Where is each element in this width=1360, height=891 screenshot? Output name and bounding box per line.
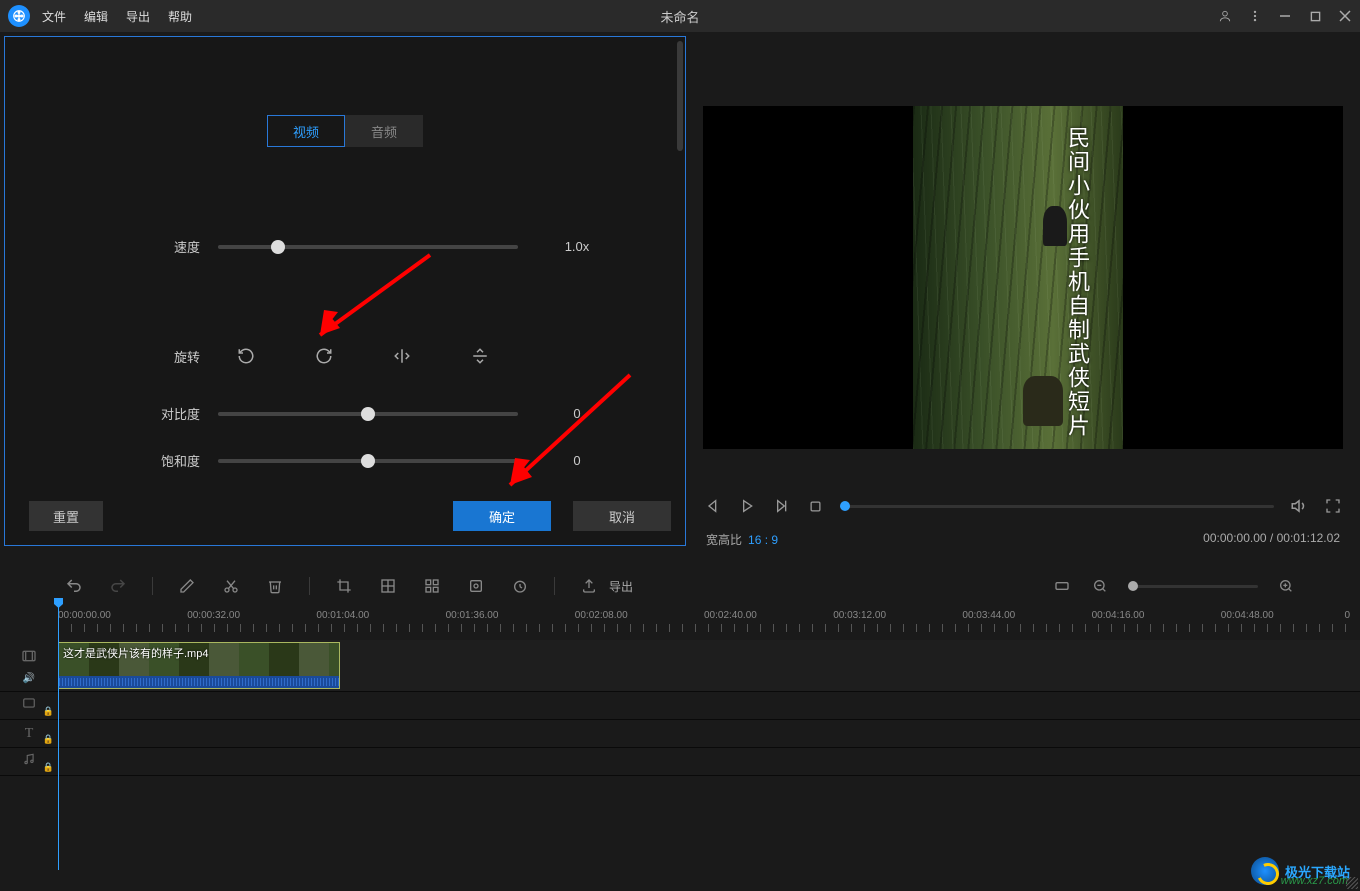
cancel-button[interactable]: 取消 [573,501,671,531]
watermark-url: www.xz7.com [1281,875,1348,887]
flip-horizontal-icon[interactable] [392,346,412,366]
delete-icon[interactable] [265,576,285,596]
flip-vertical-icon[interactable] [470,346,490,366]
freeze-icon[interactable] [466,576,486,596]
export-label[interactable]: 导出 [609,578,633,595]
preview-caption: 民间小伙用手机自制武侠短片 [1061,126,1093,438]
tab-video[interactable]: 视频 [267,115,345,147]
prev-frame-button[interactable] [704,497,722,515]
saturation-label: 饱和度 [145,451,200,470]
timeline-tracks: 🔊 这才是武侠片该有的样子.mp4 🔒 T🔒 🔒 [0,640,1360,776]
zoom-fit-icon[interactable] [1052,576,1072,596]
stop-button[interactable] [806,497,824,515]
redo-icon[interactable] [108,576,128,596]
play-button[interactable] [738,497,756,515]
volume-icon[interactable] [1290,497,1308,515]
clip-filename: 这才是武侠片该有的样子.mp4 [63,645,208,661]
preview-panel: 民间小伙用手机自制武侠短片 宽高比16 : 9 00:00:00.00 / 00… [686,32,1360,556]
saturation-slider[interactable] [218,459,518,463]
user-icon[interactable] [1218,9,1232,23]
aspect-ratio[interactable]: 宽高比16 : 9 [706,531,778,548]
app-logo [8,5,30,27]
video-track-icon [21,648,37,669]
contrast-slider[interactable] [218,412,518,416]
grid-icon[interactable] [422,576,442,596]
zoom-out-icon[interactable] [1090,576,1110,596]
lock-icon[interactable]: 🔒 [43,734,54,745]
rotate-cw-icon[interactable] [314,346,334,366]
menu-help[interactable]: 帮助 [168,8,192,25]
speed-slider[interactable] [218,245,518,249]
video-track[interactable]: 🔊 这才是武侠片该有的样子.mp4 [0,640,1360,692]
tab-audio[interactable]: 音频 [345,115,423,147]
watermark: 极光下载站 www.xz7.com [1251,857,1350,885]
rotate-label: 旋转 [145,347,200,366]
undo-icon[interactable] [64,576,84,596]
titlebar: 文件 编辑 导出 帮助 未命名 [0,0,1360,32]
export-icon[interactable] [579,576,599,596]
menu-export[interactable]: 导出 [126,8,150,25]
edit-icon[interactable] [177,576,197,596]
minimize-button[interactable] [1278,9,1292,23]
crop-icon[interactable] [334,576,354,596]
text-track-icon: T [25,726,34,742]
zoom-in-icon[interactable] [1276,576,1296,596]
close-button[interactable] [1338,9,1352,23]
ok-button[interactable]: 确定 [453,501,551,531]
text-track[interactable]: T🔒 [0,720,1360,748]
overlay-track-icon [22,696,36,715]
scrollbar-thumb[interactable] [677,41,683,151]
reset-button[interactable]: 重置 [29,501,103,531]
maximize-button[interactable] [1308,9,1322,23]
timeline-toolbar: 导出 [0,566,1360,606]
video-clip[interactable]: 这才是武侠片该有的样子.mp4 [58,642,340,689]
speed-value: 1.0x [557,239,597,254]
lock-icon[interactable]: 🔒 [43,762,54,773]
resize-grip[interactable] [1346,877,1358,889]
clip-settings-panel: 视频 音频 速度 1.0x 旋转 对比度 0 饱和度 0 [4,36,686,546]
video-preview: 民间小伙用手机自制武侠短片 [703,106,1343,449]
speaker-icon[interactable]: 🔊 [23,673,35,684]
playhead[interactable] [58,600,59,870]
rotate-ccw-icon[interactable] [236,346,256,366]
contrast-label: 对比度 [145,404,200,423]
timeline-ruler[interactable]: 00:00:00.00 00:00:32.00 00:01:04.00 00:0… [58,610,1350,634]
more-icon[interactable] [1248,9,1262,23]
cut-icon[interactable] [221,576,241,596]
menu-edit[interactable]: 编辑 [84,8,108,25]
duration-icon[interactable] [510,576,530,596]
watermark-logo-icon [1251,857,1279,885]
speed-label: 速度 [145,237,200,256]
window-title: 未命名 [660,7,699,26]
saturation-value: 0 [557,453,597,468]
overlay-track[interactable]: 🔒 [0,692,1360,720]
contrast-value: 0 [557,406,597,421]
time-display: 00:00:00.00 / 00:01:12.02 [1203,531,1340,548]
audio-track-icon [22,752,36,771]
next-frame-button[interactable] [772,497,790,515]
zoom-slider[interactable] [1128,585,1258,588]
preview-progress[interactable] [840,505,1274,508]
fullscreen-icon[interactable] [1324,497,1342,515]
audio-track[interactable]: 🔒 [0,748,1360,776]
menu-file[interactable]: 文件 [42,8,66,25]
lock-icon[interactable]: 🔒 [43,706,54,717]
mosaic-icon[interactable] [378,576,398,596]
